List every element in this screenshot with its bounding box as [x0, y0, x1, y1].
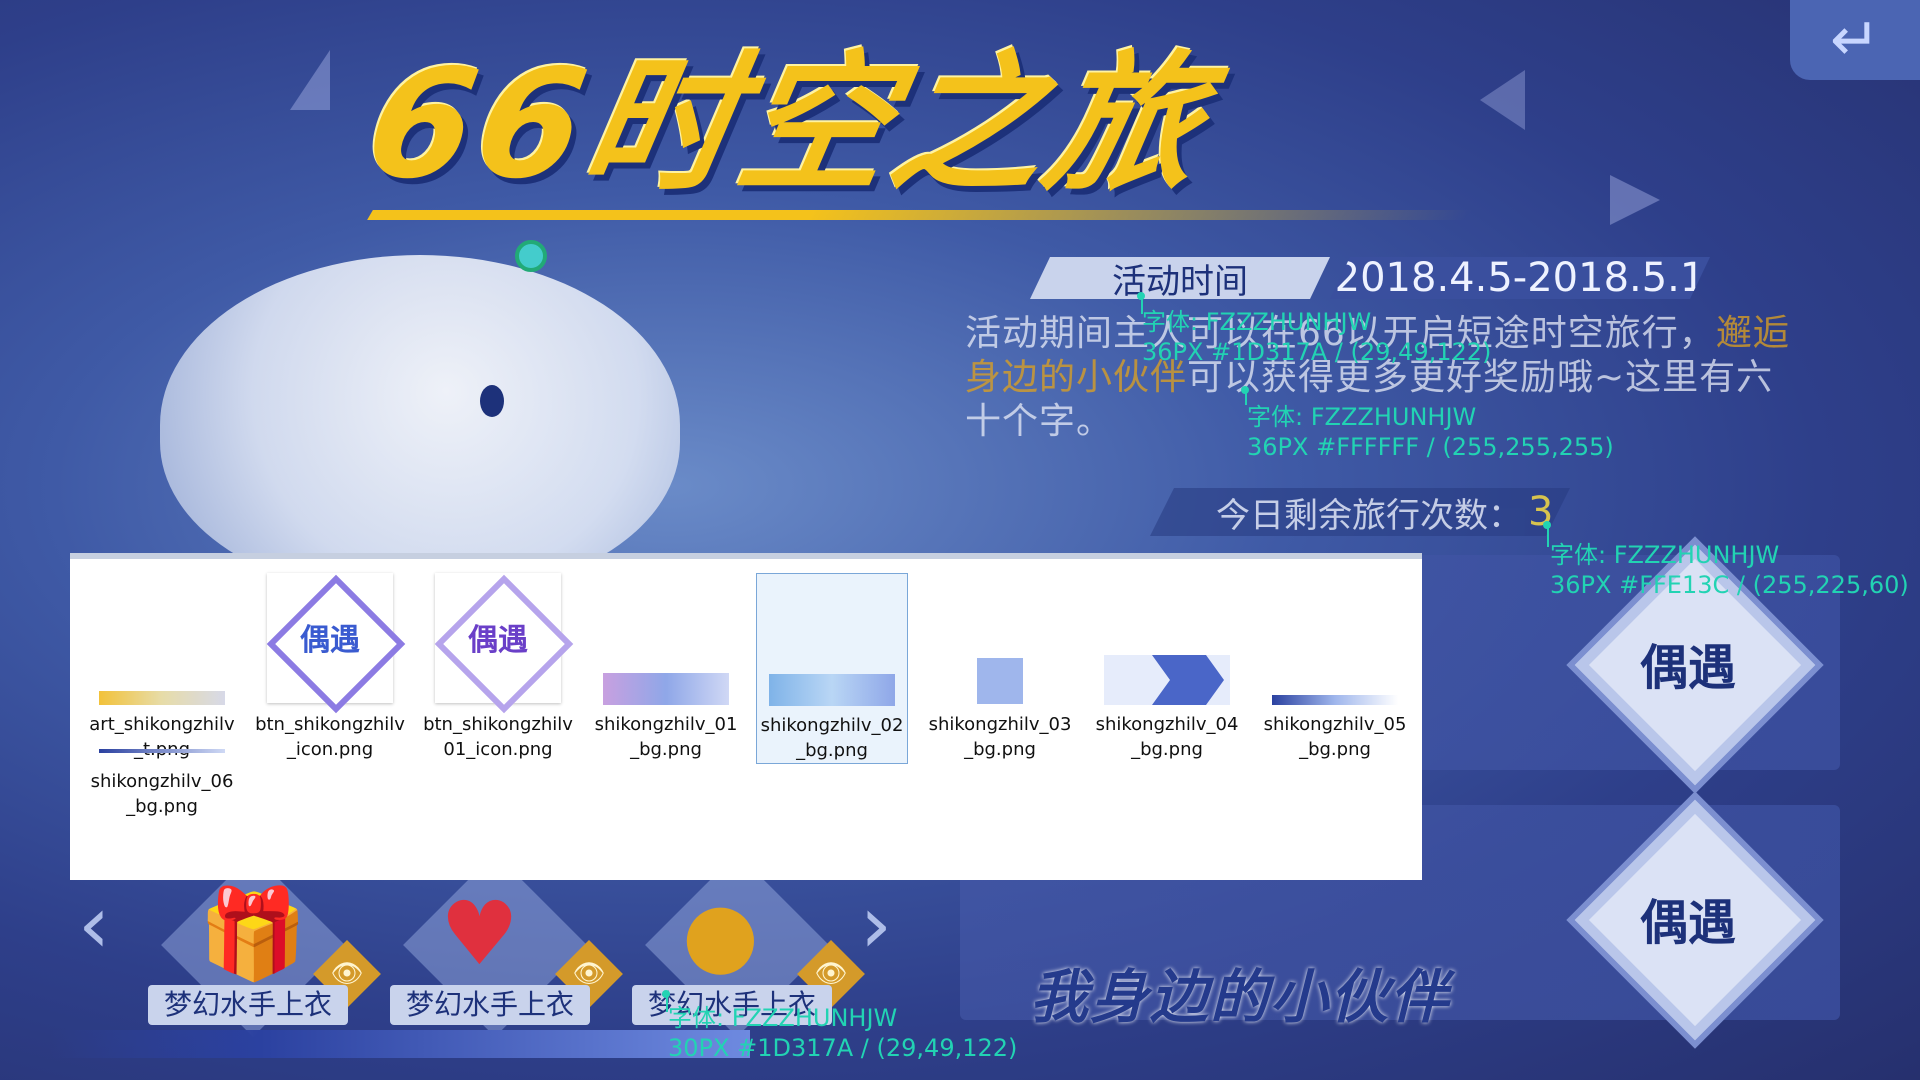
activity-time-value: 2018.4.5-2018.5.1	[1330, 257, 1710, 299]
file-thumbnail	[1092, 573, 1242, 708]
mascot-antenna	[515, 240, 547, 272]
annotation-marker	[1241, 386, 1249, 394]
deco-triangle	[290, 50, 330, 110]
file-thumbnail	[1260, 573, 1410, 708]
file-item[interactable]: art_shikongzhilv_t.png	[87, 573, 237, 762]
font-annotation-1: 字体: FZZZHUNHJW 36PX #1D317A / (29,49,122…	[1142, 307, 1491, 367]
annotation-marker	[1543, 521, 1551, 529]
file-name: shikongzhilv_02_bg.png	[760, 715, 904, 761]
encounter-button-2[interactable]: 偶遇	[1588, 883, 1788, 953]
file-item[interactable]: shikongzhilv_05_bg.png	[1260, 573, 1410, 762]
remaining-trips-count: 3	[1528, 489, 1554, 535]
file-name: shikongzhilv_03_bg.png	[928, 714, 1072, 760]
gold-coin-icon: ●	[682, 882, 759, 985]
mascot-character	[160, 255, 680, 595]
deco-triangle	[1610, 175, 1660, 225]
prev-arrow-icon[interactable]: ‹	[78, 885, 110, 965]
file-name: shikongzhilv_05_bg.png	[1263, 714, 1407, 760]
font-annotation-3: 字体: FZZZHUNHJW 36PX #FFE13C / (255,225,6…	[1550, 540, 1909, 600]
annotation-line: 36PX #1D317A / (29,49,122)	[1142, 338, 1492, 366]
heart-icon: ♥	[440, 882, 519, 985]
file-thumbnail	[591, 573, 741, 708]
file-item[interactable]: 偶遇 btn_shikongzhilv01_icon.png	[423, 573, 574, 762]
file-item[interactable]: 偶遇 btn_shikongzhilv_icon.png	[255, 573, 406, 762]
thumb-text: 偶遇	[468, 623, 528, 658]
font-annotation-4: 字体: FZZZHUNHJW 30PX #1D317A / (29,49,122…	[668, 1003, 1017, 1063]
activity-time-label: 活动时间	[1030, 257, 1330, 299]
bottom-progress-bar	[50, 1030, 750, 1058]
file-thumbnail: 偶遇	[255, 573, 406, 714]
annotation-marker	[662, 990, 670, 998]
gift-label: 梦幻水手上衣	[148, 985, 348, 1025]
file-explorer-panel: art_shikongzhilv_t.png 偶遇 btn_shikongzhi…	[70, 553, 1422, 880]
annotation-line: 30PX #1D317A / (29,49,122)	[668, 1034, 1018, 1062]
file-name: shikongzhilv_01_bg.png	[594, 714, 738, 760]
return-button[interactable]: ↵	[1790, 0, 1920, 80]
annotation-line: 字体: FZZZHUNHJW	[1550, 541, 1780, 569]
file-thumbnail	[925, 573, 1075, 708]
file-item-selected[interactable]: shikongzhilv_02_bg.png	[756, 573, 908, 764]
gift-box-icon: 🎁	[198, 882, 308, 985]
file-thumbnail: 偶遇	[423, 573, 574, 714]
file-thumbnail	[757, 574, 907, 709]
gift-slot-1[interactable]: 🎁 👁 梦幻水手上衣	[148, 853, 381, 1037]
encounter-button-1[interactable]: 偶遇	[1588, 628, 1788, 698]
annotation-line: 字体: FZZZHUNHJW	[1142, 308, 1372, 336]
font-annotation-2: 字体: FZZZHUNHJW 36PX #FFFFFF / (255,255,2…	[1247, 402, 1614, 462]
annotation-line: 36PX #FFFFFF / (255,255,255)	[1247, 433, 1614, 461]
file-thumbnail	[87, 749, 237, 765]
next-arrow-icon[interactable]: ›	[860, 885, 892, 965]
annotation-line: 36PX #FFE13C / (255,225,60)	[1550, 571, 1909, 599]
file-item[interactable]: shikongzhilv_06_bg.png	[87, 749, 237, 819]
page-title: 66时空之旅	[354, 38, 1219, 212]
gift-slot-2[interactable]: ♥ 👁 梦幻水手上衣	[390, 853, 623, 1037]
file-name: btn_shikongzhilv01_icon.png	[423, 714, 573, 760]
partner-banner-text: 我身边的小伙伴	[1030, 963, 1451, 1031]
file-item[interactable]: shikongzhilv_03_bg.png	[925, 573, 1075, 762]
file-item[interactable]: shikongzhilv_01_bg.png	[591, 573, 741, 762]
annotation-line: 字体: FZZZHUNHJW	[1247, 403, 1477, 431]
thumb-text: 偶遇	[300, 623, 360, 658]
file-thumbnail	[87, 573, 237, 708]
remaining-trips-label: 今日剩余旅行次数：	[1216, 495, 1522, 536]
file-name: btn_shikongzhilv_icon.png	[255, 714, 405, 760]
gift-label: 梦幻水手上衣	[390, 985, 590, 1025]
remaining-trips-bar: 今日剩余旅行次数： 3	[1150, 488, 1570, 536]
annotation-marker	[1137, 292, 1145, 300]
activity-time-bar: 活动时间 2018.4.5-2018.5.1	[1030, 257, 1710, 299]
mascot-eye	[480, 385, 504, 417]
deco-triangle	[1480, 70, 1525, 130]
file-name: shikongzhilv_06_bg.png	[90, 771, 234, 817]
file-name: shikongzhilv_04_bg.png	[1095, 714, 1239, 760]
file-item[interactable]: shikongzhilv_04_bg.png	[1092, 573, 1242, 762]
return-arrow-icon: ↵	[1829, 5, 1881, 75]
annotation-line: 字体: FZZZHUNHJW	[668, 1004, 898, 1032]
